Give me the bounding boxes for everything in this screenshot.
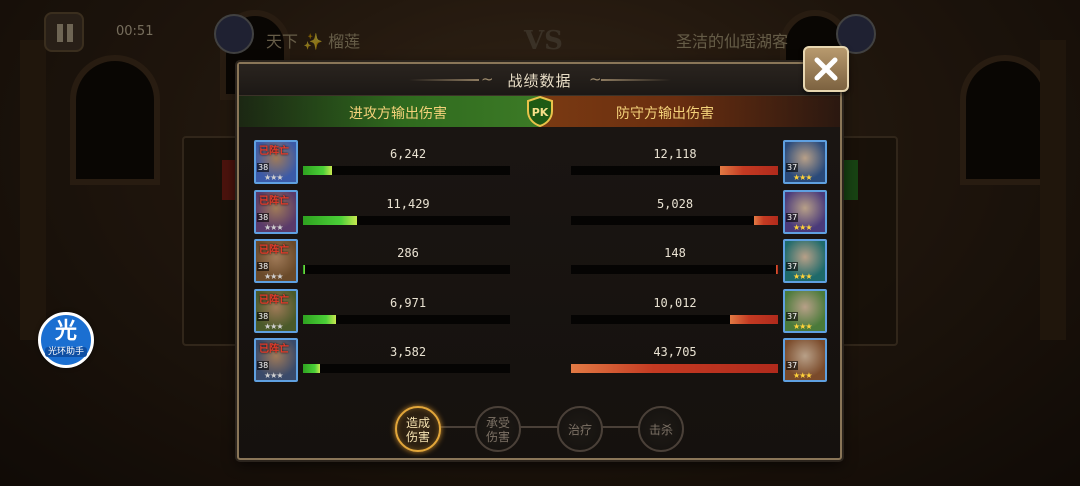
defender-damage-bar [571, 166, 778, 175]
defender-damage-fill [776, 265, 778, 274]
close-button[interactable] [803, 46, 849, 92]
defender-hero-portrait[interactable]: 37 ★★★ [783, 140, 827, 184]
attacker-hero-portrait[interactable]: 已阵亡 38 ★★★ [254, 288, 298, 333]
close-icon [814, 57, 838, 81]
defender-hero-portrait[interactable]: 37 ★★★ [783, 189, 827, 234]
defender-damage-value: 12,118 [653, 147, 697, 161]
star-icon: ★★★ [793, 222, 812, 232]
hero-level: 37 [786, 361, 799, 370]
star-icon: ★★★ [264, 222, 283, 232]
attacker-damage-fill [303, 314, 337, 324]
dead-tag: 已阵亡 [259, 294, 289, 306]
dead-tag: 已阵亡 [259, 195, 289, 207]
attacker-damage-value: 6,971 [389, 295, 427, 310]
hero-level: 38 [257, 262, 270, 271]
attacker-hero-portrait[interactable]: 已阵亡 38 ★★★ [254, 239, 298, 283]
title-swirl-right: ~ [589, 70, 602, 88]
attacker-hero-portrait[interactable]: 已阵亡 38 ★★★ [254, 140, 298, 184]
defender-hero-portrait[interactable]: 37 ★★★ [783, 239, 827, 283]
defender-damage-value: 43,705 [653, 345, 697, 359]
defender-damage-fill [720, 166, 778, 175]
hero-level: 37 [786, 163, 799, 172]
defender-hero-portrait[interactable]: 37 ★★★ [783, 288, 827, 333]
pk-shield-icon: PK [527, 96, 553, 127]
dead-tag: 已阵亡 [259, 146, 289, 157]
attacker-header: 进攻方输出伤害 [239, 96, 539, 127]
helper-badge-char: 光 [54, 319, 77, 344]
hero-level: 38 [257, 311, 270, 321]
attacker-damage-bar [303, 215, 510, 225]
hero-level: 38 [257, 163, 270, 172]
star-icon: ★★★ [793, 272, 812, 281]
attacker-header-label: 进攻方输出伤害 [349, 106, 447, 122]
hero-level: 37 [786, 311, 799, 321]
attacker-damage-bar [303, 314, 510, 324]
hero-level: 38 [257, 212, 270, 222]
attacker-damage-fill [303, 265, 306, 274]
dead-tag: 已阵亡 [259, 344, 289, 355]
defender-damage-bar [571, 265, 778, 274]
tab-label: 伤害 [405, 430, 430, 444]
defender-damage-value: 5,028 [656, 196, 694, 211]
defender-damage-fill [754, 215, 778, 225]
defender-damage-value: 148 [664, 246, 686, 260]
star-icon: ★★★ [264, 371, 283, 380]
helper-app-badge[interactable]: 光 光环助手 [38, 312, 94, 368]
star-icon: ★★★ [264, 321, 283, 331]
panel-title: 战绩数据 [507, 72, 572, 90]
battle-stats-panel: ~ 战绩数据 ~ 进攻方输出伤害 防守方输出伤害 PK 已阵亡 38 ★★★ 6,… [237, 62, 842, 460]
attacker-damage-fill [303, 215, 357, 225]
tab-label: 造成 [405, 416, 430, 430]
damage-row: 已阵亡 38 ★★★ 6,242 12,118 37 ★★★ [239, 140, 840, 186]
tab-kills[interactable]: 击杀 [638, 406, 684, 452]
tab-damage-taken[interactable]: 承受 伤害 [475, 406, 521, 452]
damage-row: 已阵亡 38 ★★★ 286 148 37 ★★★ [239, 239, 840, 285]
defender-damage-bar [571, 364, 778, 373]
star-icon: ★★★ [793, 321, 812, 331]
dead-tag: 已阵亡 [259, 245, 289, 256]
defender-damage-bar [571, 314, 778, 324]
attacker-hero-portrait[interactable]: 已阵亡 38 ★★★ [254, 338, 298, 382]
title-flourish-right [601, 79, 671, 81]
hero-level: 37 [786, 262, 799, 271]
attacker-damage-fill [303, 166, 332, 175]
panel-header: ~ 战绩数据 ~ [239, 64, 840, 96]
defender-damage-fill [730, 314, 778, 324]
damage-row: 已阵亡 38 ★★★ 11,429 5,028 37 ★★★ [239, 189, 840, 236]
tab-damage-dealt[interactable]: 造成 伤害 [395, 406, 441, 452]
tab-label: 治疗 [567, 423, 592, 437]
defender-damage-fill [571, 364, 778, 373]
attacker-hero-portrait[interactable]: 已阵亡 38 ★★★ [254, 189, 298, 234]
attacker-damage-bar [303, 166, 510, 175]
star-icon: ★★★ [793, 173, 812, 182]
attacker-damage-fill [303, 364, 320, 373]
hero-level: 37 [786, 212, 799, 222]
helper-badge-label: 光环助手 [45, 347, 87, 357]
stat-type-tabs: 造成 伤害 承受 伤害 治疗 击杀 [395, 406, 695, 452]
attacker-damage-value: 6,242 [389, 147, 427, 161]
pk-badge-text: PK [532, 106, 549, 119]
hero-level: 38 [257, 361, 270, 370]
tab-track-line [435, 426, 645, 428]
tab-healing[interactable]: 治疗 [557, 406, 603, 452]
star-icon: ★★★ [264, 173, 283, 182]
side-header: 进攻方输出伤害 防守方输出伤害 PK [239, 96, 840, 127]
attacker-damage-value: 11,429 [386, 196, 430, 211]
star-icon: ★★★ [264, 272, 283, 281]
attacker-damage-bar [303, 265, 510, 274]
defender-hero-portrait[interactable]: 37 ★★★ [783, 338, 827, 382]
defender-header: 防守方输出伤害 [540, 96, 840, 127]
defender-damage-bar [571, 215, 778, 225]
tab-label: 伤害 [485, 430, 510, 444]
tab-label: 击杀 [648, 423, 673, 437]
defender-header-label: 防守方输出伤害 [616, 106, 714, 122]
defender-damage-value: 10,012 [653, 295, 697, 310]
tab-label: 承受 [485, 416, 510, 430]
damage-row: 已阵亡 38 ★★★ 3,582 43,705 37 ★★★ [239, 338, 840, 384]
damage-row: 已阵亡 38 ★★★ 6,971 10,012 37 ★★★ [239, 288, 840, 335]
attacker-damage-value: 3,582 [389, 345, 427, 359]
attacker-damage-value: 286 [397, 246, 419, 260]
star-icon: ★★★ [793, 371, 812, 380]
attacker-damage-bar [303, 364, 510, 373]
